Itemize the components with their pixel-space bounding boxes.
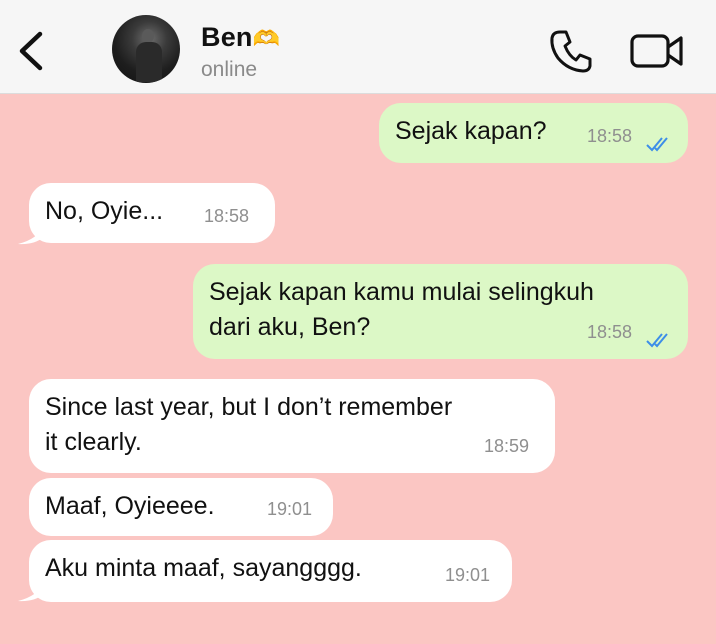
contact-status: online bbox=[201, 58, 258, 81]
message-bubble-outgoing[interactable]: Sejak kapan kamu mulai selingkuh dari ak… bbox=[193, 264, 688, 359]
video-camera-icon[interactable] bbox=[630, 33, 684, 69]
message-time: 19:01 bbox=[267, 499, 313, 519]
message-time: 18:58 bbox=[587, 126, 633, 146]
message-text-line: Since last year, but I don’t remember bbox=[45, 393, 453, 421]
heart-hands-emoji: 🫶 bbox=[252, 26, 281, 51]
message-time: 19:01 bbox=[445, 565, 491, 585]
phone-icon[interactable] bbox=[548, 28, 594, 74]
message-text-line: Sejak kapan kamu mulai selingkuh bbox=[209, 278, 594, 306]
message-text-line: it clearly. bbox=[45, 428, 142, 456]
message-bubble-incoming[interactable]: Aku minta maaf, sayangggg. 19:01 bbox=[29, 540, 512, 602]
message-text: Aku minta maaf, sayangggg. bbox=[45, 554, 362, 582]
message-bubble-outgoing[interactable]: Sejak kapan? 18:58 bbox=[379, 103, 688, 163]
double-check-icon bbox=[646, 137, 668, 152]
message-time: 18:59 bbox=[484, 436, 530, 456]
contact-name[interactable]: Ben🫶 bbox=[201, 22, 280, 53]
message-bubble-incoming[interactable]: No, Oyie... 18:58 bbox=[29, 183, 275, 243]
back-chevron-icon[interactable] bbox=[14, 28, 48, 74]
message-bubble-incoming[interactable]: Maaf, Oyieeee. 19:01 bbox=[29, 478, 333, 536]
message-time: 18:58 bbox=[204, 206, 250, 226]
double-check-icon bbox=[646, 333, 668, 348]
message-bubble-incoming[interactable]: Since last year, but I don’t remember it… bbox=[29, 379, 555, 473]
chat-header: Ben🫶 online bbox=[0, 0, 716, 94]
message-time: 18:58 bbox=[587, 322, 633, 342]
avatar[interactable] bbox=[112, 15, 180, 83]
